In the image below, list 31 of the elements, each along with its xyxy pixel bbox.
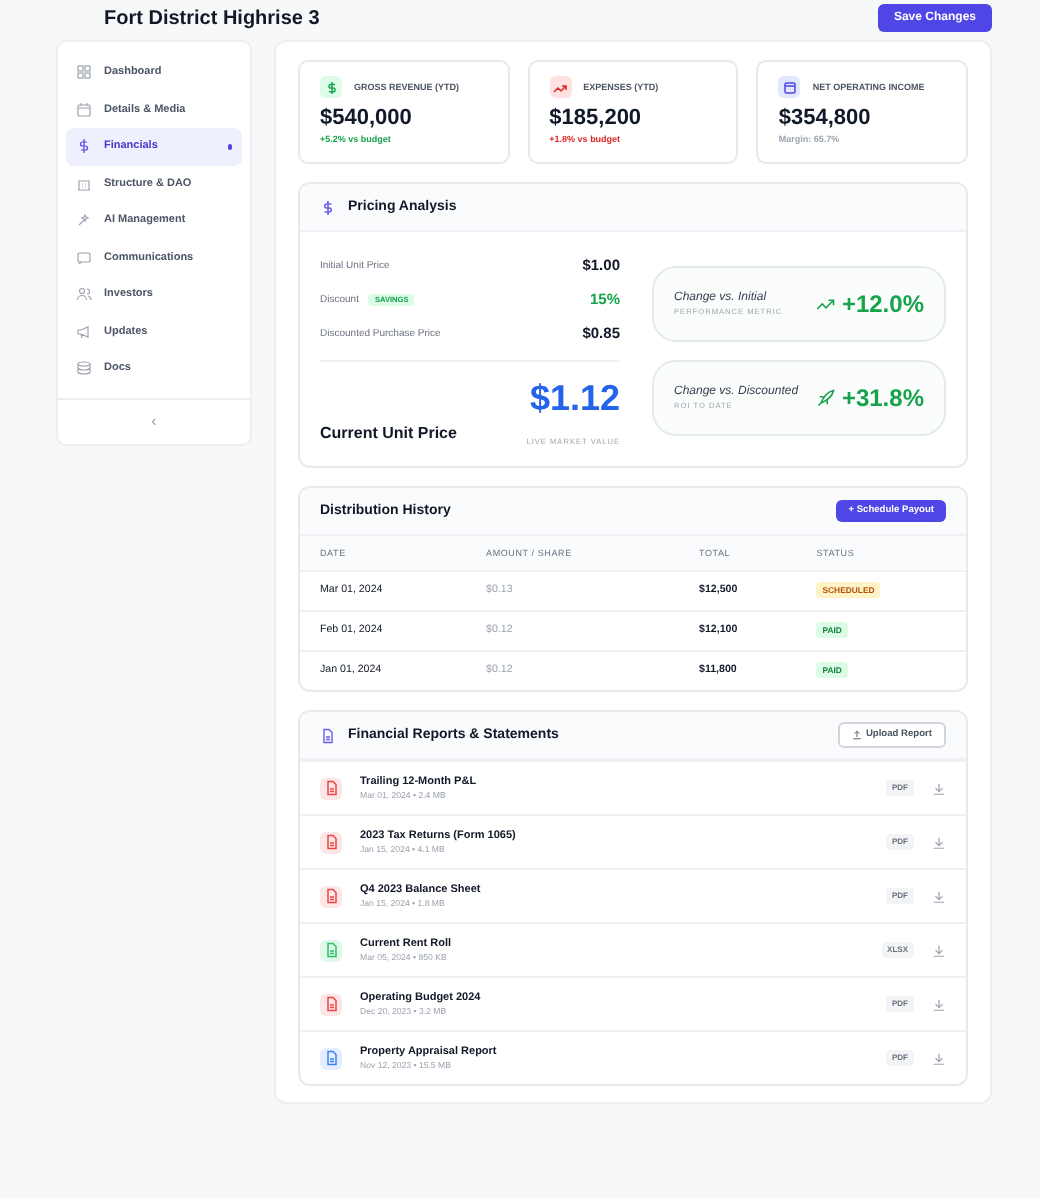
chat-icon [76, 249, 92, 266]
calendar-icon [778, 76, 801, 98]
stat-value: $185,200 [549, 106, 644, 130]
current-price-label: Current Unit Price [320, 424, 457, 442]
metric-value: +12.0% [841, 290, 924, 318]
download-icon[interactable] [932, 943, 946, 957]
dollar-icon [76, 138, 92, 155]
download-icon[interactable] [932, 1051, 946, 1065]
spark-icon [76, 212, 92, 229]
building-icon [76, 175, 92, 192]
grid-icon [76, 64, 92, 81]
active-dot [227, 144, 232, 149]
download-icon[interactable] [932, 781, 946, 795]
megaphone-icon [76, 323, 92, 340]
stack-icon [76, 360, 92, 377]
dollar-icon [320, 76, 342, 98]
calendar-icon [76, 101, 92, 118]
trend-up-icon [549, 76, 572, 98]
stat-value: $540,000 [320, 106, 414, 130]
download-icon[interactable] [932, 997, 946, 1011]
metric-value: +31.8% [841, 384, 924, 412]
trend-up-icon [815, 294, 836, 314]
upload-icon [851, 730, 862, 740]
current-price-value: $1.12 [527, 378, 620, 418]
document-icon [320, 727, 336, 743]
people-icon [76, 286, 92, 303]
stat-value: $354,800 [778, 106, 873, 130]
page-title: Fort District Highrise 3 [104, 7, 320, 29]
download-icon[interactable] [932, 835, 946, 849]
download-icon[interactable] [932, 889, 946, 903]
dollar-icon [320, 199, 336, 215]
